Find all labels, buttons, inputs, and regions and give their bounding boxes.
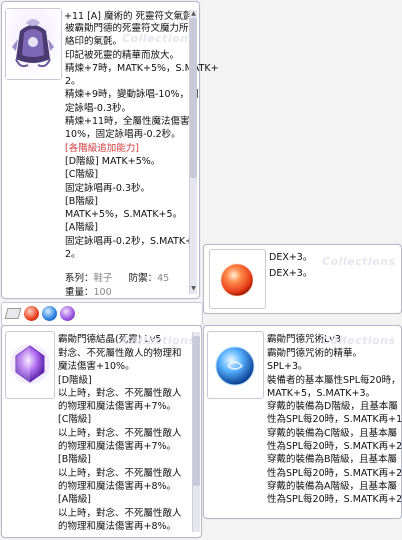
item-description-line: MATK+5%，S.MATK+5。 [65,209,183,221]
crystal-scrollbar[interactable] [192,332,200,532]
defense-value: 45 [157,273,170,284]
item-description-line: 精煉+9時，變動詠唱-10%，固 [65,89,199,101]
crystal-description-line: [A階級] [58,494,91,506]
spell-description-line: 霸勛門德咒術的精華。 [267,348,363,359]
item-description-line: 絡印的氣氈。 [65,36,123,48]
item-description-line: 定詠唱-0.3秒。 [65,102,132,114]
spell-description-line: 性為SPL每20時，S.MATK再+2。 [267,467,402,479]
red-orb-slot-icon[interactable] [24,306,39,321]
spell-info-window: 霸勛門德咒術Lv3 Collections 霸勛門德咒術的精華。 SPL+3。 裝備… [203,325,402,519]
spell-description-line: 性為SPL每20時，S.MATK再+1。 [267,414,402,426]
item-description-line: [D階級] MATK+5%。 [65,155,161,167]
item-description-line: 印記被死靈的精華而放大。 [65,49,180,61]
crystal-info-window: 霸勛門德結晶(死靈) Lv5 Collections 對念、不死屬性敵人的物理和… [1,325,202,538]
crystal-description-line: [B階級] [58,454,91,466]
blue-orb-slot-icon[interactable] [42,306,57,321]
red-orb-icon [220,263,254,297]
slot-strip [1,302,203,326]
item-weight-row: 重量：100 [65,284,112,298]
defense-label: 防禦： [128,273,158,284]
item-description-line: 10%，固定詠唱再-0.2秒。 [65,129,181,141]
item-description-line: [A階級] [65,222,98,234]
item-description-line: [B階級] [65,195,98,207]
spell-description-line: 穿戴的裝備為A階級，且基本屬 [267,480,397,492]
scroll-up-arrow-icon[interactable]: ▲ [190,11,197,17]
crystal-description-line: 以上時，對念、不死屬性敵人 [58,507,182,519]
item-title: +11 [A] 魔術的 死靈符文氣氈 [64,11,193,22]
crystal-description-line: 的物理和魔法傷害再+7%。 [58,441,177,453]
watermark-dex: Collections [322,255,396,268]
crystal-description-line: 以上時，對念、不死屬性敵人 [58,427,182,439]
dex-enchant-window: DEX+3。 DEX+3。 Collections [203,244,402,314]
purple-crystal-icon [10,344,50,384]
watermark-crystal: Collections [122,334,196,347]
spell-description-line: SPL+3。 [267,361,308,373]
item-description-line: [C階級] [65,169,99,181]
spell-description-line: 裝備者的基本屬性SPL每20時， [267,374,401,386]
spell-description-line: 穿戴的裝備為B階級，且基本屬 [267,454,398,466]
item-info-window: +11 [A] 魔術的 死靈符文氣氈 Collections 被霸勛門德的死靈符… [1,1,219,299]
scroll-down-arrow-icon[interactable]: ▼ [190,286,197,292]
item-description-line: [各階級追加能力] [65,142,139,154]
item-description: 被霸勛門德的死靈符文魔力所 絡印的氣氈。 印記被死靈的精華而放大。 精煉+7時，MAT… [65,22,219,261]
item-description-line: 精煉+11時，全屬性魔法傷害+ [65,116,198,128]
spell-description: 霸勛門德咒術的精華。 SPL+3。 裝備者的基本屬性SPL每20時， MATK+5，S… [267,347,402,507]
crystal-description-line: 的物理和魔法傷害再+8%。 [58,520,177,532]
dex-line: DEX+3。 [269,268,313,279]
item-description-line: 固定詠唱再-0.3秒。 [65,182,151,194]
weight-value: 100 [93,287,112,298]
crystal-description-line: 的物理和魔法傷害再+8%。 [58,480,177,492]
spell-image-frame [207,331,264,399]
item-description-line: 固定詠唱再-0.2秒，S.MATK+ [65,235,194,247]
spell-description-line: MATK+5，S.MATK+3。 [267,387,376,399]
spell-description-line: 穿戴的裝備為D階級，且基本屬 [267,401,398,413]
crystal-description-line: 以上時，對念、不死屬性敵人 [58,467,182,479]
crystal-image-frame [5,331,55,399]
garment-item-icon [6,9,61,79]
card-icon[interactable] [4,308,22,319]
item-description-line: 2。 [65,76,81,88]
crystal-description-line: [D階級] [58,374,92,386]
crystal-description-line: 魔法傷害+10%。 [58,361,135,373]
crystal-description-line: 以上時，對念、不死屬性敵人 [58,387,182,399]
watermark-spell: Collections [322,334,396,347]
crystal-scroll-thumb[interactable] [193,336,200,486]
type-value: 鞋子 [93,273,113,284]
spell-description-line: 穿戴的裝備為C階級，且基本屬 [267,427,398,439]
scroll-thumb[interactable] [190,18,197,178]
item-type-row: 系列：鞋子 防禦：45 [65,270,169,284]
crystal-description-line: [C階級] [58,414,92,426]
crystal-description: 對念、不死屬性敵人的物理和 魔法傷害+10%。 [D階級] 以上時，對念、不死屬性敵人… [58,347,193,533]
item-image-frame [5,8,62,80]
weight-label: 重量： [65,287,94,298]
dex-image-frame [209,249,266,309]
spell-description-line: 性為SPL每20時，S.MATK再+2。 [267,441,402,453]
description-scrollbar[interactable]: ▲ ▼ [189,10,197,294]
spell-description-line: 性為SPL每20時，S.MATK再+2。 [267,494,402,506]
blue-orb-icon [215,346,255,386]
crystal-description-line: 對念、不死屬性敵人的物理和 [58,348,182,359]
item-description-line: 被霸勛門德的死靈符文魔力所 [65,23,189,34]
item-description-line: 精煉+7時，MATK+5%，S.MATK+ [65,62,219,74]
type-label: 系列： [65,273,94,284]
crystal-description-line: 的物理和魔法傷害再+7%。 [58,401,177,413]
purple-crystal-slot-icon[interactable] [60,306,75,321]
item-description-line: 2。 [65,249,81,261]
dex-title: DEX+3。 [269,252,313,263]
